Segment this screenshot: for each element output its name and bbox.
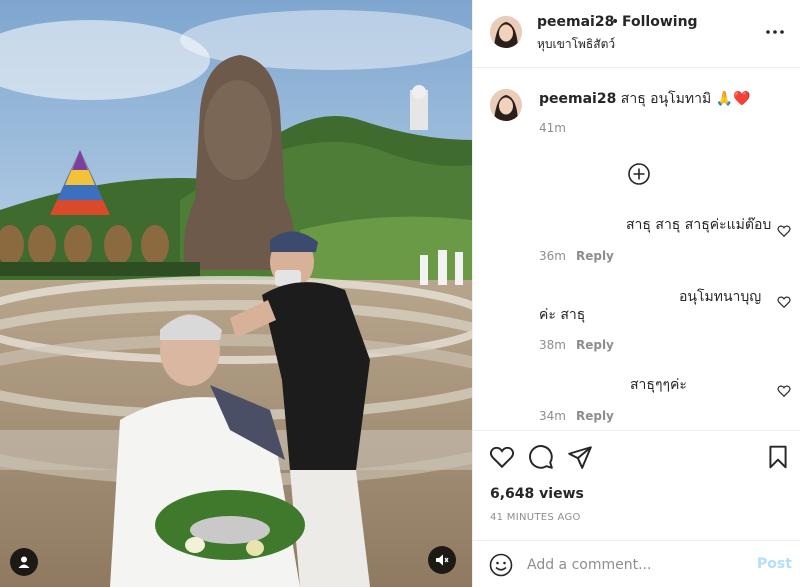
reply-button[interactable]: Reply [576, 249, 614, 263]
load-more-comments-icon[interactable] [627, 162, 651, 186]
tagged-users-button[interactable] [10, 548, 38, 576]
sound-toggle-button[interactable] [428, 546, 456, 574]
emoji-smiley-icon[interactable] [489, 553, 513, 577]
caption-timestamp[interactable]: 41m [539, 121, 566, 135]
view-count[interactable]: 6,648 views [490, 486, 584, 502]
comment-text: สาธุ สาธุ สาธุค่ะแม่ต๊อบ [626, 217, 772, 233]
separator-dot: • [611, 14, 620, 30]
caption-author-avatar[interactable] [490, 89, 522, 121]
author-avatar[interactable] [490, 16, 522, 48]
avatar-image [490, 89, 522, 121]
comment-time[interactable]: 38m [539, 338, 566, 352]
comment-meta: 38m Reply [539, 338, 614, 352]
comment-time[interactable]: 34m [539, 409, 566, 423]
comment-text-line-1: อนุโมทนาบุญ [679, 289, 762, 305]
save-bookmark-icon[interactable] [765, 444, 791, 470]
caption-author-link[interactable]: peemai28 [539, 91, 616, 107]
location-link[interactable]: หุบเขาโพธิสัตว์ [537, 35, 615, 54]
user-icon [18, 556, 30, 568]
comment-time[interactable]: 36m [539, 249, 566, 263]
comments-list[interactable]: peemai28 สาธุ อนุโมทามิ 🙏❤️ 41m สาธุ สาธ… [473, 69, 800, 430]
speaker-muted-icon [436, 554, 449, 566]
comment-bubble-icon[interactable] [528, 444, 554, 470]
post-video[interactable] [0, 0, 472, 587]
author-username-link[interactable]: peemai28 [537, 14, 614, 30]
video-frame [0, 0, 472, 587]
avatar-image [490, 16, 522, 48]
more-options-icon[interactable] [763, 22, 787, 42]
comment-like-icon[interactable] [777, 295, 791, 309]
like-heart-icon[interactable] [489, 444, 515, 470]
post-timestamp[interactable]: 41 MINUTES AGO [490, 512, 581, 523]
comment-meta: 34m Reply [539, 409, 614, 423]
reply-button[interactable]: Reply [576, 409, 614, 423]
post-detail-panel: peemai28 • Following หุบเขาโพธิสัตว์ pee… [472, 0, 800, 587]
comment-like-icon[interactable] [777, 224, 791, 238]
share-paper-plane-icon[interactable] [567, 444, 593, 470]
post-header: peemai28 • Following หุบเขาโพธิสัตว์ [473, 0, 800, 68]
reply-button[interactable]: Reply [576, 338, 614, 352]
comment-text: สาธุๆๆค่ะ [630, 377, 687, 393]
add-comment-bar: Post [473, 540, 800, 587]
comment-input[interactable] [527, 555, 747, 575]
post-caption: peemai28 สาธุ อนุโมทามิ 🙏❤️ [539, 89, 779, 109]
comment-meta: 36m Reply [539, 249, 614, 263]
comment-text-line-2: ค่ะ สาธุ [539, 307, 586, 323]
following-button[interactable]: Following [622, 14, 698, 30]
caption-text: สาธุ อนุโมทามิ 🙏❤️ [620, 91, 751, 107]
comment-like-icon[interactable] [777, 384, 791, 398]
post-actions: 6,648 views 41 MINUTES AGO [473, 430, 800, 540]
post-comment-button[interactable]: Post [757, 556, 792, 572]
